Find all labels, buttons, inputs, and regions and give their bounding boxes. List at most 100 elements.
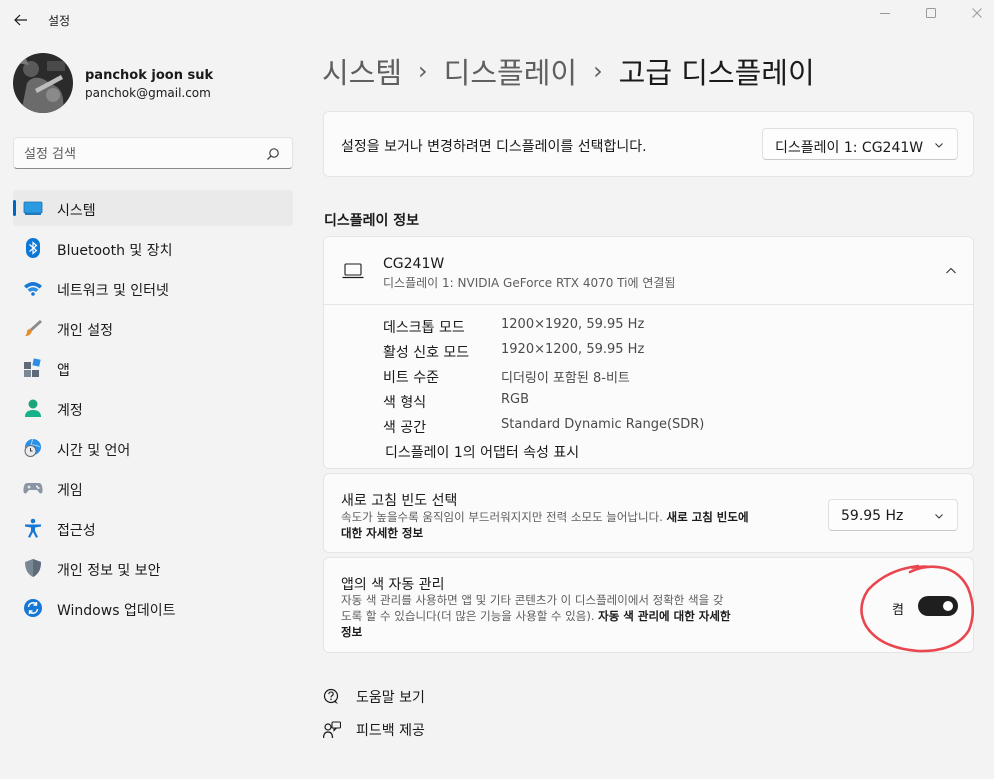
auto-color-toggle[interactable]: [918, 596, 958, 616]
toggle-knob: [943, 601, 953, 611]
refresh-rate-title: 새로 고침 빈도 선택: [341, 493, 458, 509]
sidebar-item-system[interactable]: 시스템: [13, 190, 293, 226]
refresh-rate-learn-more-link[interactable]: 새로 고침 빈도에: [666, 510, 748, 524]
info-value: 1920×1200, 59.95 Hz: [501, 342, 645, 357]
chevron-down-icon: [935, 514, 943, 519]
sidebar-item-label: Bluetooth 및 장치: [57, 243, 173, 259]
accessibility-icon: [23, 518, 43, 538]
refresh-rate-card: 새로 고침 빈도 선택 속도가 높을수록 움직임이 부드러워지지만 전력 소모도…: [323, 473, 974, 553]
auto-color-title: 앱의 색 자동 관리: [341, 577, 445, 593]
refresh-rate-dropdown[interactable]: 59.95 Hz: [828, 499, 958, 531]
sidebar-item-apps[interactable]: 앱: [13, 350, 293, 386]
sidebar-item-accessibility[interactable]: 접근성: [13, 510, 293, 546]
sidebar-item-label: 개인 정보 및 보안: [57, 563, 161, 579]
sidebar-nav: 시스템 Bluetooth 및 장치 네트워크 및 인터넷 개인 설정 앱 계정: [13, 190, 293, 630]
sidebar-item-label: 개인 설정: [57, 323, 113, 339]
auto-color-desc-line1: 자동 색 관리를 사용하면 앱 및 기타 콘텐츠가 이 디스플레이에서 정확한 …: [341, 593, 724, 607]
bluetooth-icon: [23, 238, 43, 258]
sidebar-item-personalization[interactable]: 개인 설정: [13, 310, 293, 346]
info-key: 비트 수준: [383, 370, 439, 386]
display-adapter: 디스플레이 1: NVIDIA GeForce RTX 4070 Ti에 연결됨: [383, 276, 676, 290]
auto-color-card: 앱의 색 자동 관리 자동 색 관리를 사용하면 앱 및 기타 콘텐츠가 이 디…: [323, 557, 974, 653]
search-input[interactable]: [24, 144, 264, 164]
display-name: CG241W: [383, 256, 445, 272]
adapter-properties-link[interactable]: 디스플레이 1의 어댑터 속성 표시: [385, 442, 579, 462]
help-link-label: 도움말 보기: [356, 690, 425, 706]
sidebar-item-label: Windows 업데이트: [57, 603, 176, 619]
info-key: 색 형식: [383, 395, 427, 411]
refresh-rate-learn-more-link-2[interactable]: 대한 자세한 정보: [341, 526, 423, 540]
info-value: Standard Dynamic Range(SDR): [501, 417, 705, 432]
feedback-link[interactable]: 피드백 제공: [322, 720, 425, 740]
auto-color-learn-more-link-2[interactable]: 정보: [341, 625, 362, 639]
refresh-rate-desc-text: 속도가 높을수록 움직임이 부드러워지지만 전력 소모도 늘어납니다.: [341, 510, 663, 524]
auto-color-desc-line2: 도록 할 수 있습니다(더 많은 기능을 사용할 수 있음).: [341, 609, 595, 623]
sidebar-item-label: 접근성: [57, 523, 96, 539]
display-dropdown-value: 디스플레이 1: CG241W: [775, 140, 924, 156]
sidebar-item-bluetooth[interactable]: Bluetooth 및 장치: [13, 230, 293, 266]
sidebar-item-network[interactable]: 네트워크 및 인터넷: [13, 270, 293, 306]
breadcrumb: 시스템 › 디스플레이 › 고급 디스플레이: [322, 50, 815, 92]
help-link[interactable]: 도움말 보기: [322, 687, 425, 707]
auto-color-learn-more-link[interactable]: 자동 색 관리에 대한 자세한: [598, 609, 730, 623]
feedback-link-label: 피드백 제공: [356, 723, 425, 739]
sidebar-item-windows-update[interactable]: Windows 업데이트: [13, 590, 293, 626]
close-icon: [972, 8, 982, 18]
sidebar-item-label: 시스템: [57, 203, 96, 219]
sidebar-item-label: 게임: [57, 483, 83, 499]
search-icon[interactable]: [266, 147, 280, 161]
display-info-header[interactable]: CG241W 디스플레이 1: NVIDIA GeForce RTX 4070 …: [324, 237, 973, 305]
maximize-icon: [926, 8, 936, 18]
laptop-icon: [342, 263, 364, 279]
info-key: 데스크톱 모드: [383, 320, 465, 336]
avatar: [13, 53, 73, 113]
gamepad-icon: [23, 478, 43, 498]
info-value: 디더링이 포함된 8-비트: [501, 371, 630, 386]
help-icon: [322, 687, 342, 707]
feedback-icon: [322, 720, 342, 740]
sidebar-item-time-language[interactable]: 시간 및 언어: [13, 430, 293, 466]
chevron-up-icon[interactable]: [945, 265, 957, 277]
breadcrumb-system[interactable]: 시스템: [322, 50, 402, 92]
apps-icon: [23, 358, 43, 378]
section-title-display-info: 디스플레이 정보: [324, 213, 420, 229]
close-button[interactable]: [954, 0, 994, 26]
brush-icon: [23, 318, 43, 338]
info-key: 활성 신호 모드: [383, 345, 470, 361]
breadcrumb-separator: ›: [418, 57, 428, 85]
display-dropdown[interactable]: 디스플레이 1: CG241W: [762, 128, 958, 160]
display-info-card: CG241W 디스플레이 1: NVIDIA GeForce RTX 4070 …: [323, 236, 974, 469]
back-button[interactable]: [8, 8, 34, 32]
refresh-rate-description: 속도가 높을수록 움직임이 부드러워지지만 전력 소모도 늘어납니다. 새로 고…: [341, 509, 821, 541]
info-key: 색 공간: [383, 420, 427, 436]
monitor-icon: [23, 198, 43, 218]
display-select-card: 설정을 보거나 변경하려면 디스플레이를 선택합니다. 디스플레이 1: CG2…: [323, 111, 974, 177]
minimize-button[interactable]: [862, 0, 908, 26]
wifi-icon: [23, 278, 43, 298]
sidebar-item-label: 시간 및 언어: [57, 443, 131, 459]
info-value: RGB: [501, 392, 530, 407]
title-bar: 설정: [0, 0, 994, 40]
toggle-state-label: 켬: [892, 603, 904, 618]
sidebar-item-label: 앱: [57, 363, 70, 379]
update-icon: [23, 598, 43, 618]
search-box[interactable]: [13, 137, 293, 169]
chevron-down-icon: [935, 143, 943, 148]
sidebar-item-privacy[interactable]: 개인 정보 및 보안: [13, 550, 293, 586]
minimize-icon: [880, 13, 890, 14]
auto-color-description: 자동 색 관리를 사용하면 앱 및 기타 콘텐츠가 이 디스플레이에서 정확한 …: [341, 592, 803, 640]
info-value: 1200×1920, 59.95 Hz: [501, 317, 645, 332]
sidebar-item-gaming[interactable]: 게임: [13, 470, 293, 506]
user-profile[interactable]: panchok joon suk panchok@gmail.com: [13, 53, 303, 115]
shield-icon: [23, 558, 43, 578]
display-select-text: 설정을 보거나 변경하려면 디스플레이를 선택합니다.: [341, 139, 647, 155]
avatar-image: [13, 53, 73, 113]
globe-clock-icon: [23, 438, 43, 458]
sidebar-item-accounts[interactable]: 계정: [13, 390, 293, 426]
user-email: panchok@gmail.com: [85, 86, 211, 100]
sidebar-item-label: 네트워크 및 인터넷: [57, 283, 169, 299]
sidebar-item-label: 계정: [57, 403, 83, 419]
back-arrow-icon: [14, 14, 27, 26]
maximize-button[interactable]: [908, 0, 954, 26]
breadcrumb-display[interactable]: 디스플레이: [444, 50, 577, 92]
